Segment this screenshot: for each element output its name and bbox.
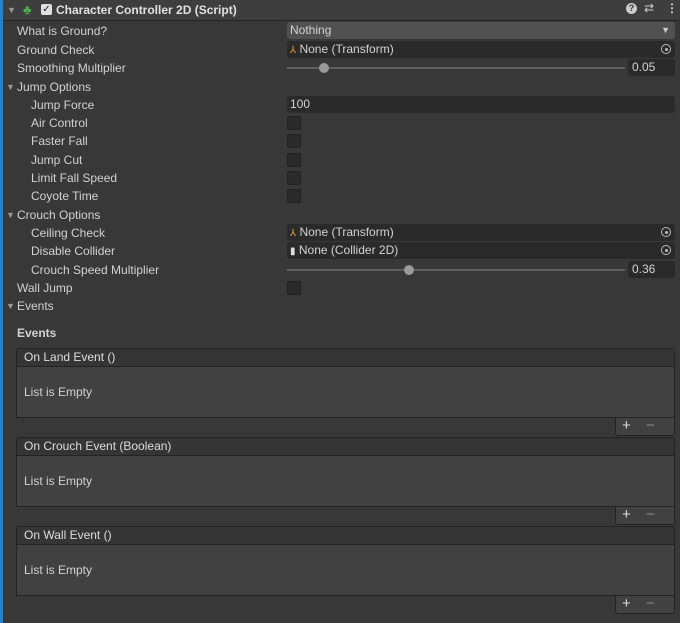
what-is-ground-dropdown[interactable]: Nothing ▼: [287, 22, 675, 39]
event-title: On Land Event (): [16, 348, 675, 367]
what-is-ground-row: What is Ground? Nothing ▼: [0, 22, 680, 40]
ceiling-check-row: Ceiling Check ⅄ None (Transform): [0, 224, 680, 242]
ceiling-check-field[interactable]: ⅄ None (Transform): [287, 224, 675, 241]
event-footer: + −: [615, 418, 675, 436]
disable-collider-field[interactable]: ▮ None (Collider 2D): [287, 242, 675, 259]
remove-icon[interactable]: −: [646, 596, 655, 612]
remove-icon[interactable]: −: [646, 507, 655, 523]
limit-fall-row: Limit Fall Speed: [0, 169, 680, 187]
event-empty-text: List is Empty: [16, 367, 675, 418]
coyote-checkbox[interactable]: [287, 189, 301, 203]
slider-knob[interactable]: [403, 265, 414, 275]
component-header[interactable]: ▼ ♣ ✓ Character Controller 2D (Script) ?…: [3, 0, 680, 21]
jump-cut-checkbox[interactable]: [287, 153, 301, 167]
add-icon[interactable]: +: [622, 596, 631, 612]
field-label: Ceiling Check: [31, 226, 106, 240]
transform-icon: ⅄: [290, 228, 297, 239]
faster-fall-checkbox[interactable]: [287, 134, 301, 148]
field-label: Limit Fall Speed: [31, 171, 118, 185]
field-label: Faster Fall: [31, 134, 88, 148]
on-wall-event: On Wall Event () List is Empty + −: [16, 526, 675, 614]
coyote-row: Coyote Time: [0, 187, 680, 205]
event-empty-text: List is Empty: [16, 545, 675, 596]
chevron-down-icon: ▼: [661, 25, 670, 35]
more-options-icon[interactable]: ⋮: [666, 1, 678, 15]
air-control-row: Air Control: [0, 114, 680, 132]
field-label: Coyote Time: [31, 189, 99, 203]
foldout-arrow-icon[interactable]: ▼: [6, 297, 15, 315]
field-label: Jump Cut: [31, 153, 83, 167]
air-control-checkbox[interactable]: [287, 116, 301, 130]
remove-icon[interactable]: −: [646, 418, 655, 434]
jump-force-input[interactable]: 100: [287, 96, 675, 113]
field-label: Disable Collider: [31, 244, 116, 258]
field-label: Ground Check: [17, 43, 95, 57]
smoothing-row: Smoothing Multiplier 0.05: [0, 59, 680, 77]
wall-jump-row: Wall Jump: [0, 279, 680, 297]
file-icon: ▮: [290, 246, 296, 257]
on-crouch-event: On Crouch Event (Boolean) List is Empty …: [16, 437, 675, 525]
add-icon[interactable]: +: [622, 418, 631, 434]
events-header: Events: [17, 326, 57, 340]
crouch-options-foldout[interactable]: ▼ Crouch Options: [0, 206, 680, 224]
foldout-arrow-icon[interactable]: ▼: [7, 5, 16, 15]
object-value: None (Transform): [299, 225, 394, 239]
event-title: On Wall Event (): [16, 526, 675, 545]
jump-options-foldout[interactable]: ▼ Jump Options: [0, 78, 680, 96]
slider-knob[interactable]: [319, 63, 330, 73]
jump-cut-row: Jump Cut: [0, 151, 680, 169]
limit-fall-checkbox[interactable]: [287, 171, 301, 185]
faster-fall-row: Faster Fall: [0, 132, 680, 150]
field-label: Crouch Speed Multiplier: [31, 263, 160, 277]
disable-collider-row: Disable Collider ▮ None (Collider 2D): [0, 242, 680, 260]
object-picker-icon[interactable]: [661, 227, 671, 237]
object-value: None (Transform): [299, 42, 394, 56]
ground-check-row: Ground Check ⅄ None (Transform): [0, 41, 680, 59]
presets-icon[interactable]: ⇄: [644, 1, 654, 15]
foldout-label: Events: [17, 299, 54, 313]
event-footer: + −: [615, 596, 675, 614]
on-land-event: On Land Event () List is Empty + −: [16, 348, 675, 436]
field-label: Air Control: [31, 116, 88, 130]
crouch-speed-row: Crouch Speed Multiplier 0.36: [0, 261, 680, 279]
object-picker-icon[interactable]: [661, 44, 671, 54]
add-icon[interactable]: +: [622, 507, 631, 523]
foldout-arrow-icon[interactable]: ▼: [6, 206, 15, 224]
field-label: Smoothing Multiplier: [17, 61, 126, 75]
smoothing-slider[interactable]: [287, 63, 625, 73]
object-picker-icon[interactable]: [661, 245, 671, 255]
component-title: Character Controller 2D (Script): [56, 3, 237, 17]
event-footer: + −: [615, 507, 675, 525]
events-foldout[interactable]: ▼ Events: [0, 297, 680, 315]
field-label: Jump Force: [31, 98, 95, 112]
object-value: None (Collider 2D): [298, 243, 399, 257]
wall-jump-checkbox[interactable]: [287, 281, 301, 295]
transform-icon: ⅄: [290, 45, 297, 56]
crouch-speed-value-input[interactable]: 0.36: [628, 261, 675, 278]
enabled-checkbox[interactable]: ✓: [41, 4, 52, 15]
dropdown-value: Nothing: [290, 23, 332, 37]
script-icon: ♣: [23, 2, 32, 17]
foldout-label: Jump Options: [17, 80, 92, 94]
field-label: Wall Jump: [17, 281, 73, 295]
field-label: What is Ground?: [17, 24, 108, 38]
jump-force-row: Jump Force 100: [0, 96, 680, 114]
event-empty-text: List is Empty: [16, 456, 675, 507]
foldout-label: Crouch Options: [17, 208, 101, 222]
event-title: On Crouch Event (Boolean): [16, 437, 675, 456]
smoothing-value-input[interactable]: 0.05: [628, 59, 675, 76]
crouch-speed-slider[interactable]: [287, 265, 625, 275]
ground-check-field[interactable]: ⅄ None (Transform): [287, 41, 675, 58]
help-icon[interactable]: ?: [626, 3, 637, 14]
foldout-arrow-icon[interactable]: ▼: [6, 78, 15, 96]
